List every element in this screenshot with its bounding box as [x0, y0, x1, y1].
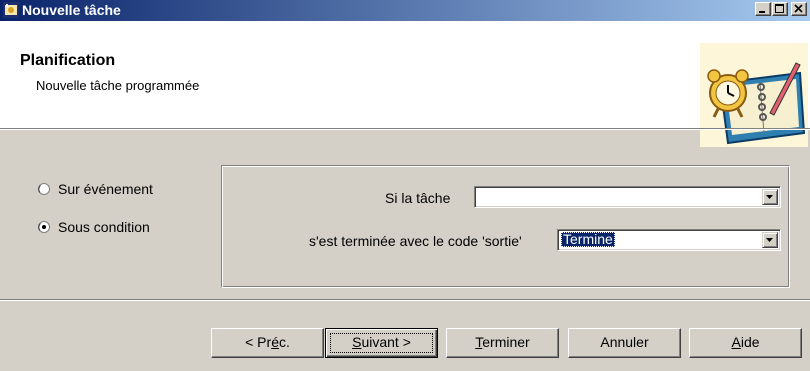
- code-combobox[interactable]: Termine: [557, 229, 781, 251]
- maximize-button[interactable]: [772, 2, 788, 16]
- radio-label: Sous condition: [58, 219, 150, 235]
- next-button[interactable]: Suivant >: [325, 328, 438, 358]
- close-button[interactable]: [791, 2, 807, 16]
- dialog-window: Nouvelle tâche Planification Nouvelle tâ…: [0, 0, 810, 371]
- minimize-icon: [759, 11, 765, 13]
- title-bar[interactable]: Nouvelle tâche: [0, 0, 810, 21]
- alarm-clock-notebook-icon: [700, 43, 808, 147]
- code-combobox-value: Termine: [561, 231, 615, 247]
- chevron-down-icon: [766, 238, 773, 242]
- chevron-down-icon: [766, 195, 773, 199]
- radio-unchecked-icon: [38, 183, 50, 195]
- cancel-button[interactable]: Annuler: [568, 328, 681, 358]
- close-icon: [794, 4, 803, 13]
- header-separator: [0, 128, 810, 130]
- code-label: s'est terminée avec le code 'sortie': [309, 233, 522, 249]
- task-dropdown-button[interactable]: [762, 189, 778, 205]
- code-dropdown-button[interactable]: [762, 232, 778, 248]
- minimize-button[interactable]: [755, 2, 771, 16]
- help-button[interactable]: Aide: [689, 328, 802, 358]
- prev-label: < Préc.: [245, 334, 290, 350]
- task-combobox-value: [478, 189, 482, 204]
- wizard-header: Planification Nouvelle tâche programmée: [0, 21, 810, 147]
- page-subtitle: Nouvelle tâche programmée: [36, 78, 200, 93]
- window-title: Nouvelle tâche: [22, 2, 121, 18]
- condition-panel: Si la tâche s'est terminée avec le code …: [221, 165, 790, 288]
- task-label: Si la tâche: [385, 190, 451, 206]
- maximize-icon: [775, 4, 784, 13]
- page-title: Planification: [20, 52, 116, 69]
- focus-rectangle: [330, 333, 433, 353]
- radio-checked-icon: [38, 221, 50, 233]
- footer-separator: [0, 299, 810, 301]
- radio-label: Sur événement: [58, 181, 153, 197]
- finish-button[interactable]: Terminer: [446, 328, 559, 358]
- help-label: Aide: [731, 334, 760, 350]
- prev-button[interactable]: < Préc.: [211, 328, 324, 358]
- task-combobox[interactable]: [474, 186, 781, 208]
- app-icon: [3, 2, 19, 18]
- finish-label: Terminer: [475, 334, 530, 350]
- cancel-label: Annuler: [600, 334, 649, 350]
